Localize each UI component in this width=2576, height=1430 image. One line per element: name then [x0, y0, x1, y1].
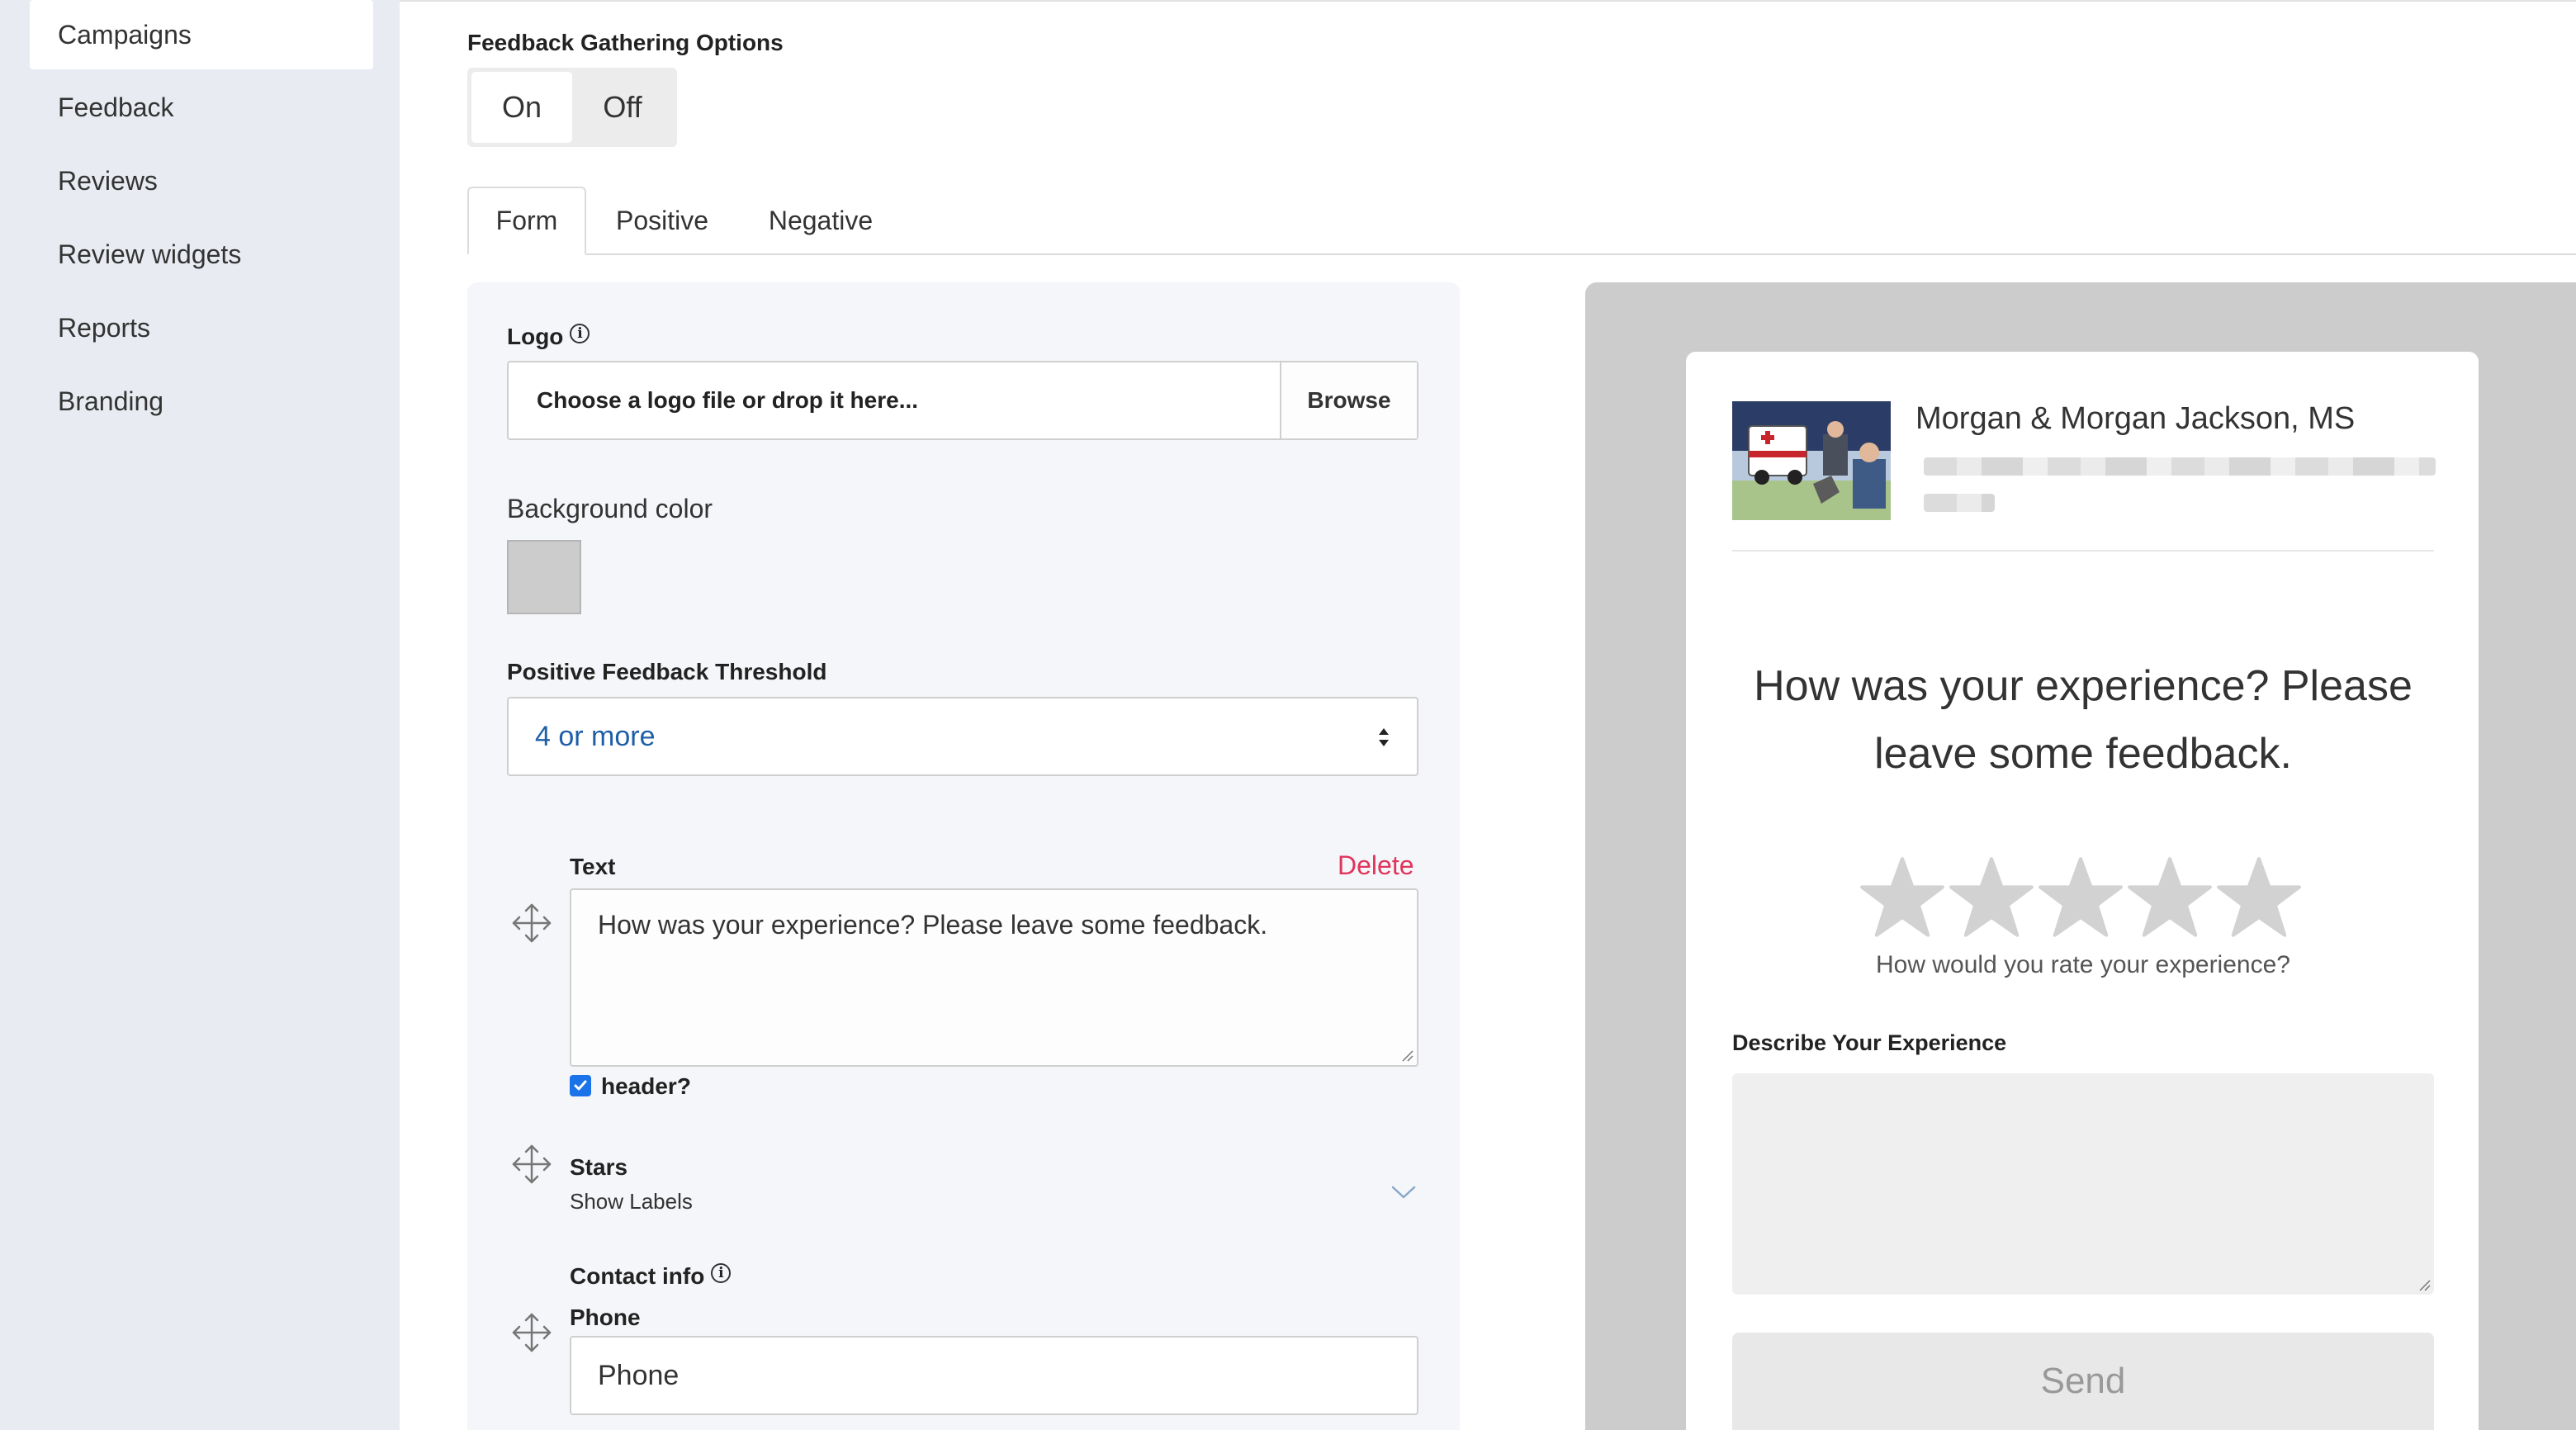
resize-grip-icon[interactable] [2417, 1278, 2431, 1291]
star-icon[interactable] [2216, 855, 2302, 941]
contact-info-label: Contact info i [570, 1263, 732, 1290]
sidebar-item-review-widgets[interactable]: Review widgets [30, 220, 373, 289]
stars-block-label: Stars [570, 1154, 628, 1180]
select-arrows-icon [1379, 728, 1389, 746]
star-icon[interactable] [2127, 855, 2213, 941]
toggle-off-button[interactable]: Off [572, 72, 673, 143]
check-icon [574, 1080, 587, 1091]
threshold-label: Positive Feedback Threshold [507, 659, 827, 684]
star-rating [1859, 855, 2302, 941]
sidebar-item-feedback[interactable]: Feedback [30, 73, 373, 142]
sidebar-item-branding[interactable]: Branding [30, 367, 373, 436]
background-color-swatch[interactable] [507, 540, 581, 614]
feedback-options-label: Feedback Gathering Options [467, 30, 784, 55]
text-block-textarea[interactable]: How was your experience? Please leave so… [570, 888, 1418, 1067]
describe-textarea[interactable] [1732, 1073, 2434, 1295]
describe-label: Describe Your Experience [1732, 1030, 2007, 1055]
star-icon[interactable] [1859, 855, 1945, 941]
top-divider [400, 0, 2576, 2]
preview-divider [1732, 550, 2434, 552]
threshold-value: 4 or more [535, 720, 656, 752]
rating-label: How would you rate your experience? [1876, 951, 2290, 978]
business-logo [1732, 401, 1891, 520]
header-checkbox-label: header? [601, 1073, 691, 1099]
blurred-address [1924, 457, 2436, 476]
phone-input[interactable]: Phone [570, 1336, 1418, 1415]
show-labels-text: Show Labels [570, 1189, 693, 1214]
star-icon[interactable] [1949, 855, 2034, 941]
sidebar-item-label: Campaigns [58, 19, 192, 50]
sidebar: Campaigns Feedback Reviews Review widget… [0, 0, 400, 1430]
chevron-down-icon[interactable] [1390, 1184, 1417, 1200]
star-icon[interactable] [2038, 855, 2124, 941]
logo-file-input[interactable]: Choose a logo file or drop it here... Br… [507, 361, 1418, 440]
feedback-toggle: On Off [467, 68, 677, 147]
tab-form[interactable]: Form [467, 187, 586, 255]
phone-label: Phone [570, 1305, 641, 1330]
text-block-label: Text [570, 854, 616, 879]
delete-link[interactable]: Delete [1338, 850, 1414, 881]
sidebar-item-reports[interactable]: Reports [30, 293, 373, 362]
resize-grip-icon[interactable] [1400, 1049, 1413, 1062]
sidebar-item-reviews[interactable]: Reviews [30, 146, 373, 215]
send-button[interactable]: Send [1732, 1333, 2434, 1430]
move-icon[interactable] [510, 902, 553, 945]
text-block-value: How was your experience? Please leave so… [598, 910, 1268, 940]
browse-button[interactable]: Browse [1280, 362, 1417, 438]
sidebar-item-label: Branding [58, 386, 164, 416]
sidebar-item-campaigns[interactable]: Campaigns [30, 0, 373, 69]
toggle-on-button[interactable]: On [471, 72, 572, 143]
threshold-select[interactable]: 4 or more [507, 697, 1418, 776]
info-icon[interactable]: i [570, 324, 590, 343]
blurred-address [1924, 494, 1995, 512]
business-name: Morgan & Morgan Jackson, MS [1915, 401, 2356, 436]
sidebar-item-label: Reviews [58, 165, 158, 196]
tab-positive[interactable]: Positive [586, 187, 738, 255]
move-icon[interactable] [510, 1143, 553, 1186]
logo-file-placeholder: Choose a logo file or drop it here... [537, 387, 919, 413]
tab-negative[interactable]: Negative [738, 187, 903, 255]
preview-question: How was your experience? Please leave so… [1754, 662, 2413, 778]
phone-placeholder: Phone [598, 1359, 680, 1391]
sidebar-item-label: Review widgets [58, 239, 242, 269]
header-checkbox[interactable] [570, 1075, 591, 1096]
info-icon[interactable]: i [711, 1263, 732, 1283]
sidebar-item-label: Reports [58, 312, 151, 343]
background-color-label: Background color [507, 494, 713, 523]
logo-label: Logo i [507, 324, 590, 350]
move-icon[interactable] [510, 1311, 553, 1354]
form-panel [467, 282, 1460, 1430]
sidebar-item-label: Feedback [58, 92, 174, 122]
